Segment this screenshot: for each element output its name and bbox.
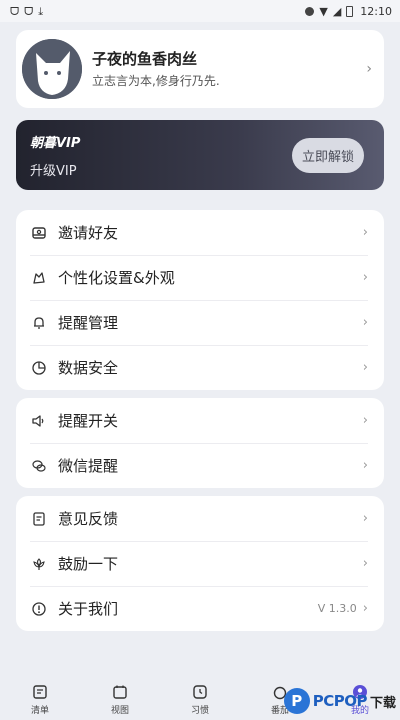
- dnd-icon: [305, 6, 315, 16]
- chevron-right-icon: ›: [362, 556, 368, 571]
- speaker-icon: [30, 412, 48, 430]
- signal-icon: ◢: [332, 4, 342, 18]
- download-icon: ⤓: [38, 4, 44, 18]
- watermark-brand: PCPOP: [312, 692, 368, 710]
- flower-icon: [30, 555, 48, 573]
- status-bar: ᗜ ᗜ ⤓ ▼ ◢ 12:10: [0, 0, 400, 22]
- chevron-right-icon: ›: [366, 61, 372, 77]
- bell-icon: [30, 314, 48, 332]
- chevron-right-icon: ›: [362, 270, 368, 285]
- menu-item-label: 鼓励一下: [58, 555, 119, 573]
- vip-banner[interactable]: 朝暮VIP 升级VIP 立即解锁: [16, 120, 384, 190]
- menu-item-label: 提醒开关: [58, 412, 119, 430]
- chevron-right-icon: ›: [362, 511, 368, 526]
- clock-icon: [191, 683, 209, 701]
- info-icon: [30, 600, 48, 618]
- menu-item-label: 微信提醒: [58, 457, 119, 475]
- app-icon: ᗜ: [10, 4, 20, 18]
- battery-icon: [346, 5, 354, 17]
- menu-item-encourage[interactable]: 鼓励一下 ›: [16, 541, 384, 586]
- wifi-icon: ▼: [319, 4, 328, 18]
- status-time: 12:10: [360, 4, 392, 18]
- wechat-icon: [30, 457, 48, 475]
- menu-item-theme[interactable]: 个性化设置&外观 ›: [16, 255, 384, 300]
- profile-card[interactable]: 子夜的鱼香肉丝 立志言为本,修身行乃先. ›: [16, 30, 384, 108]
- theme-icon: [30, 269, 48, 287]
- menu-item-reminders[interactable]: 提醒管理 ›: [16, 300, 384, 345]
- profile-name: 子夜的鱼香肉丝: [92, 50, 198, 68]
- watermark: P PCPOP 下载: [283, 688, 396, 714]
- chevron-right-icon: ›: [362, 458, 368, 473]
- menu-item-data-security[interactable]: 数据安全 ›: [16, 345, 384, 390]
- menu-item-feedback[interactable]: 意见反馈 ›: [16, 496, 384, 541]
- unlock-vip-button[interactable]: 立即解锁: [291, 137, 364, 173]
- menu-item-about[interactable]: 关于我们 V 1.3.0 ›: [16, 586, 384, 631]
- app-version: V 1.3.0: [317, 602, 357, 615]
- app-icon: ᗜ: [24, 4, 34, 18]
- calendar-icon: [111, 683, 129, 701]
- vip-subtitle: 升级VIP: [30, 163, 77, 179]
- chevron-right-icon: ›: [362, 413, 368, 428]
- menu-item-wechat-reminder[interactable]: 微信提醒 ›: [16, 443, 384, 488]
- menu-group-3: 意见反馈 › 鼓励一下 › 关于我们 V 1.3.0 ›: [16, 496, 384, 631]
- menu-item-label: 邀请好友: [58, 224, 119, 242]
- pcpop-logo-icon: P: [283, 688, 310, 714]
- tab-view[interactable]: 视图: [90, 683, 150, 716]
- tab-label: 习惯: [190, 706, 209, 716]
- chevron-right-icon: ›: [362, 601, 368, 616]
- feedback-icon: [30, 510, 48, 528]
- menu-item-label: 意见反馈: [58, 510, 119, 528]
- menu-group-2: 提醒开关 › 微信提醒 ›: [16, 398, 384, 488]
- menu-item-invite[interactable]: 邀请好友 ›: [16, 210, 384, 255]
- chevron-right-icon: ›: [362, 360, 368, 375]
- pie-chart-icon: [30, 359, 48, 377]
- profile-motto: 立志言为本,修身行乃先.: [92, 74, 220, 88]
- watermark-suffix: 下载: [369, 695, 396, 711]
- menu-item-reminder-switch[interactable]: 提醒开关 ›: [16, 398, 384, 443]
- tab-label: 清单: [30, 706, 49, 716]
- menu-item-label: 提醒管理: [58, 314, 119, 332]
- list-icon: [31, 683, 49, 701]
- chevron-right-icon: ›: [362, 315, 368, 330]
- menu-item-label: 个性化设置&外观: [58, 269, 175, 287]
- chevron-right-icon: ›: [362, 225, 368, 240]
- menu-group-1: 邀请好友 › 个性化设置&外观 › 提醒管理 › 数据安全 ›: [16, 210, 384, 390]
- vip-title: 朝暮VIP: [30, 135, 81, 151]
- menu-item-label: 数据安全: [58, 359, 119, 377]
- tab-label: 视图: [110, 706, 129, 716]
- tab-list[interactable]: 清单: [10, 683, 70, 716]
- tab-habit[interactable]: 习惯: [170, 683, 230, 716]
- avatar[interactable]: [22, 39, 82, 99]
- menu-item-label: 关于我们: [58, 600, 119, 618]
- invite-icon: [30, 224, 48, 242]
